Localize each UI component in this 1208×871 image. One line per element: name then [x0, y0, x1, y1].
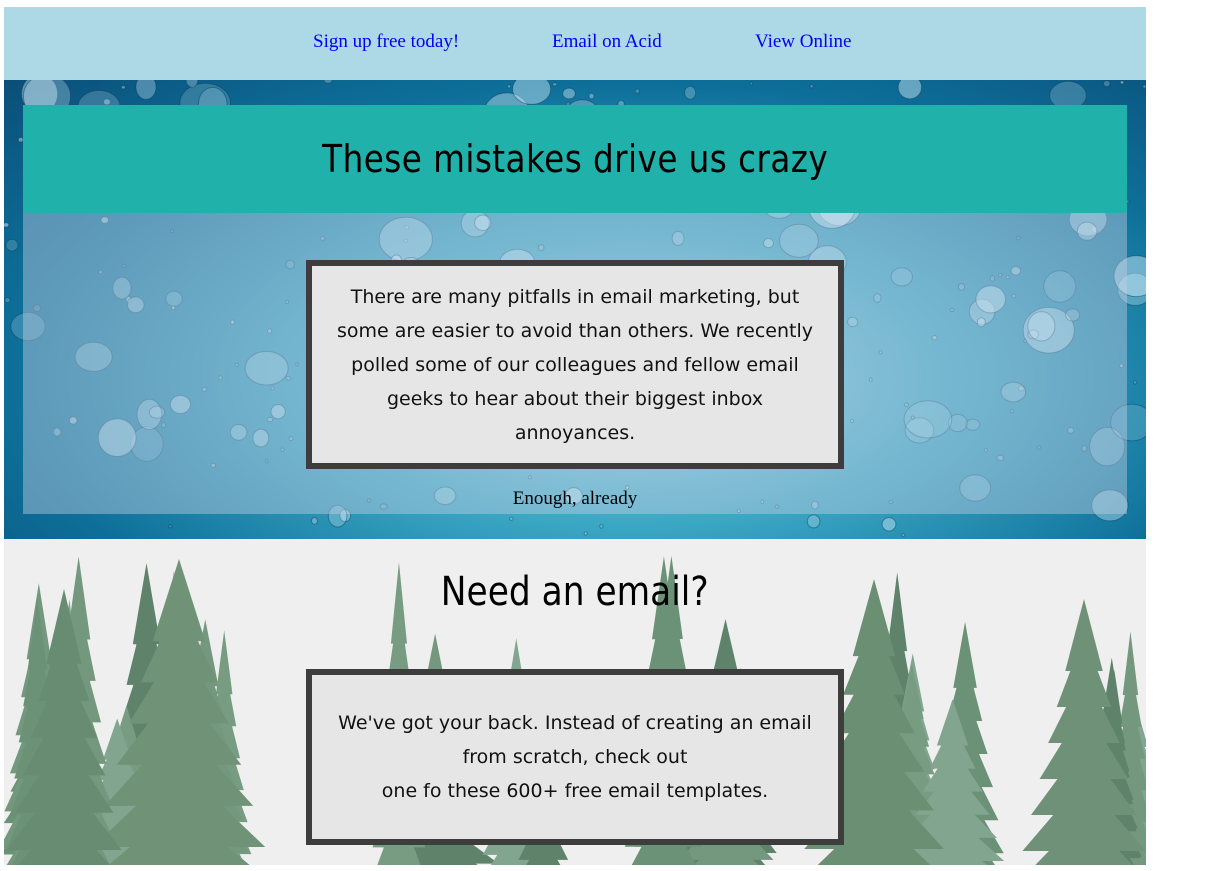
email-on-acid-link[interactable]: Email on Acid: [552, 31, 662, 53]
forest-body-line-2: one fo these 600+ free email templates.: [381, 780, 769, 802]
forest-section: Need an email? We've got your back. Inst…: [4, 539, 1146, 865]
hero-body-text: There are many pitfalls in email marketi…: [336, 285, 814, 444]
forest-body-line-1: We've got your back. Instead of creating…: [338, 712, 812, 768]
water-hero-section: These mistakes drive us crazy There are …: [4, 80, 1146, 539]
forest-title: Need an email?: [441, 569, 709, 615]
email-body: Sign up free today! Email on Acid View O…: [4, 7, 1146, 865]
hero-panel: These mistakes drive us crazy There are …: [23, 105, 1127, 514]
forest-text-card: We've got your back. Instead of creating…: [306, 669, 844, 845]
enough-already-link[interactable]: Enough, already: [23, 488, 1127, 510]
top-nav-bar: Sign up free today! Email on Acid View O…: [4, 7, 1146, 80]
hero-text-card: There are many pitfalls in email marketi…: [306, 260, 844, 469]
signup-link[interactable]: Sign up free today!: [313, 31, 459, 53]
view-online-link[interactable]: View Online: [755, 31, 851, 53]
hero-title-band: These mistakes drive us crazy: [23, 105, 1127, 213]
hero-title: These mistakes drive us crazy: [322, 137, 828, 181]
